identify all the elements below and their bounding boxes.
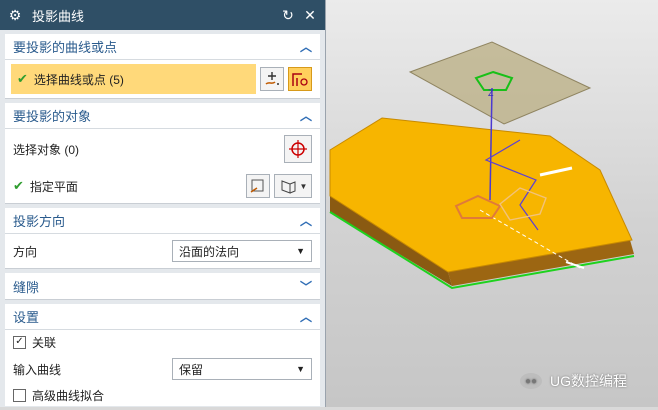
wechat-icon: ●● (520, 373, 542, 389)
watermark-text: UG数控编程 (550, 373, 627, 389)
chevron-up-icon[interactable]: ︿ (300, 212, 312, 229)
direction-value: 沿面的法向 (179, 244, 240, 259)
target-group: 要投影的对象 ︿ 选择对象 (0) ✔ 指定平面 ▼ (5, 103, 320, 204)
dialog-title: 投影曲线 (32, 8, 85, 24)
input-curve-value: 保留 (179, 362, 204, 377)
direction-row: 方向 沿面的法向 ▼ (5, 234, 320, 268)
direction-label: 方向 (13, 244, 38, 259)
gap-group-header[interactable]: 缝隙 ﹀ (5, 273, 320, 299)
close-icon[interactable]: ✕ (301, 7, 319, 24)
associative-row[interactable]: ✓ 关联 (5, 330, 320, 354)
chevron-down-icon[interactable]: ﹀ (300, 278, 312, 295)
direction-group-title: 投影方向 (13, 214, 66, 229)
input-curve-label: 输入曲线 (13, 362, 62, 377)
select-object-label: 选择对象 (0) (13, 142, 80, 157)
model-scene: Z (329, 41, 635, 290)
dialog-titlebar: ⚙ 投影曲线 ↻ ✕ (0, 0, 325, 30)
select-object-row: 选择对象 (0) (5, 129, 320, 169)
curves-group-title: 要投影的曲线或点 (13, 40, 118, 55)
input-curve-select[interactable]: 保留 ▼ (172, 358, 312, 380)
curve-rule-icon[interactable] (260, 67, 284, 91)
input-curve-row: 输入曲线 保留 ▼ (5, 354, 320, 384)
select-curve-button[interactable] (288, 67, 312, 91)
target-group-header[interactable]: 要投影的对象 ︿ (5, 103, 320, 129)
gap-group: 缝隙 ﹀ (5, 273, 320, 300)
specify-plane-label: 指定平面 (29, 179, 78, 194)
chevron-up-icon[interactable]: ︿ (300, 107, 312, 124)
advanced-fit-checkbox[interactable] (13, 388, 26, 402)
gap-group-title: 缝隙 (13, 279, 40, 295)
target-group-title: 要投影的对象 (13, 109, 92, 124)
axis-label-z: Z (488, 88, 494, 98)
chevron-down-icon: ▼ (296, 246, 305, 256)
advanced-fit-label: 高级曲线拟合 (32, 388, 105, 403)
associative-checkbox[interactable]: ✓ (13, 335, 26, 349)
checkmark-icon: ✔ (17, 71, 28, 86)
chevron-down-icon: ▼ (299, 181, 308, 191)
watermark: ●● UG数控编程 (520, 371, 627, 391)
settings-group-header[interactable]: 设置 ︿ (5, 304, 320, 330)
chevron-up-icon[interactable]: ︿ (300, 38, 312, 55)
reset-icon[interactable]: ↻ (279, 7, 297, 24)
direction-group: 投影方向 ︿ 方向 沿面的法向 ▼ (5, 208, 320, 269)
select-curve-row: ✔ 选择曲线或点 (5) (5, 60, 320, 98)
graphics-viewport[interactable]: Z (326, 0, 658, 407)
direction-select[interactable]: 沿面的法向 ▼ (172, 240, 312, 262)
plane-dialog-icon[interactable] (246, 174, 270, 198)
settings-group: 设置 ︿ ✓ 关联 输入曲线 保留 ▼ 高级曲线拟合 (5, 304, 320, 406)
projection-plane (408, 41, 592, 125)
associative-label: 关联 (32, 335, 57, 350)
checkmark-icon: ✔ (13, 178, 24, 193)
plane-type-dropdown[interactable]: ▼ (274, 174, 312, 198)
crosshair-icon[interactable] (284, 135, 312, 163)
select-curve-label: 选择曲线或点 (5) (33, 72, 124, 87)
gear-icon[interactable]: ⚙ (6, 7, 24, 24)
curves-group-header[interactable]: 要投影的曲线或点 ︿ (5, 34, 320, 60)
chevron-up-icon[interactable]: ︿ (300, 308, 312, 325)
settings-group-title: 设置 (13, 310, 40, 325)
specify-plane-field[interactable]: ✔ 指定平面 (13, 178, 242, 195)
projection-curve-dialog: ⚙ 投影曲线 ↻ ✕ 要投影的曲线或点 ︿ ✔ 选择曲线或点 (5) 要投影的对… (0, 0, 326, 407)
chevron-down-icon: ▼ (296, 364, 305, 374)
curves-group: 要投影的曲线或点 ︿ ✔ 选择曲线或点 (5) (5, 34, 320, 99)
specify-plane-row: ✔ 指定平面 ▼ (5, 169, 320, 203)
direction-group-header[interactable]: 投影方向 ︿ (5, 208, 320, 234)
advanced-fit-row[interactable]: 高级曲线拟合 (5, 384, 320, 406)
select-curve-field[interactable]: ✔ 选择曲线或点 (5) (11, 64, 256, 94)
